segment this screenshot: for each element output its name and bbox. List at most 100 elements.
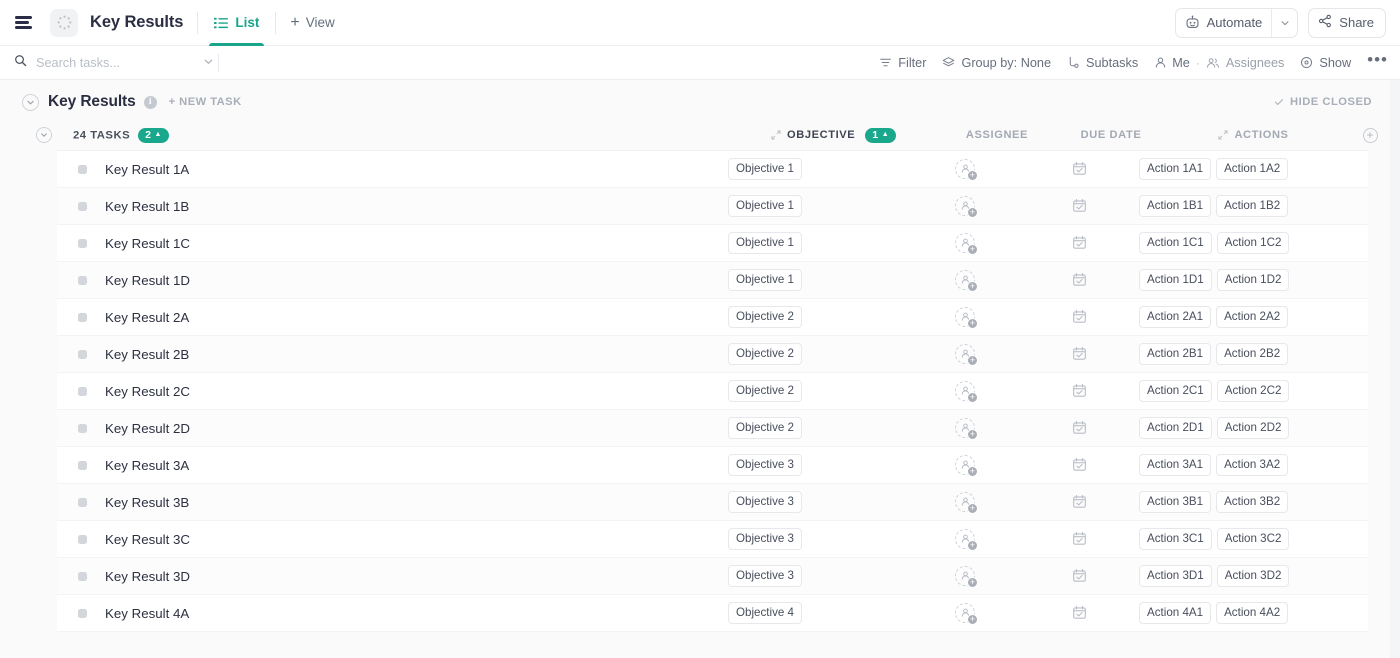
task-status-indicator[interactable] — [78, 350, 87, 359]
add-assignee-icon[interactable]: + — [967, 429, 978, 440]
add-assignee-icon[interactable]: + — [967, 577, 978, 588]
objective-cell[interactable]: Objective 2 — [724, 343, 906, 365]
table-row[interactable]: Key Result 4AObjective 4+Action 4A1Actio… — [57, 595, 1368, 632]
task-status-indicator[interactable] — [78, 535, 87, 544]
task-name[interactable]: Key Result 2B — [105, 347, 189, 362]
table-row[interactable]: Key Result 3A Objective 3 + Action 3A1Actio… — [57, 447, 1368, 484]
objective-chip[interactable]: Objective 4 — [728, 602, 802, 624]
action-chip[interactable]: Action 2A1 — [1139, 306, 1211, 328]
calendar-icon[interactable] — [1072, 161, 1087, 176]
action-chip[interactable]: Action 3C1 — [1139, 528, 1212, 550]
dotted-circle-icon[interactable] — [50, 9, 78, 37]
due-date-cell[interactable] — [1024, 346, 1134, 361]
assignee-cell[interactable]: + — [906, 566, 1024, 586]
assignee-cell[interactable]: + — [906, 196, 1024, 216]
task-name[interactable]: Key Result 1B — [105, 199, 189, 214]
objective-chip[interactable]: Objective 3 — [728, 491, 802, 513]
action-chip[interactable]: Action 4A2 — [1216, 602, 1288, 624]
objective-cell[interactable]: Objective 3 — [724, 565, 906, 587]
add-assignee-icon[interactable]: + — [967, 281, 978, 292]
tasks-collapse-toggle[interactable] — [36, 127, 52, 143]
action-chip[interactable]: Action 2C1 — [1139, 380, 1212, 402]
add-assignee-icon[interactable]: + — [967, 318, 978, 329]
actions-cell[interactable]: Action 1C1Action 1C2 — [1134, 232, 1308, 254]
task-status-indicator[interactable] — [78, 239, 87, 248]
column-header-assignee[interactable]: ASSIGNEE — [938, 129, 1056, 141]
action-chip[interactable]: Action 2C2 — [1217, 380, 1290, 402]
avatar[interactable]: + — [955, 196, 975, 216]
add-assignee-icon[interactable]: + — [967, 614, 978, 625]
objective-cell[interactable]: Objective 1 — [724, 232, 906, 254]
actions-cell[interactable]: Action 2C1Action 2C2 — [1134, 380, 1308, 402]
due-date-cell[interactable] — [1024, 383, 1134, 398]
objective-cell[interactable]: Objective 3 — [724, 491, 906, 513]
table-row[interactable]: Key Result 3CObjective 3+Action 3C1Actio… — [57, 521, 1368, 558]
column-header-objective[interactable]: OBJECTIVE 1▲ — [756, 128, 938, 143]
assignee-cell[interactable]: + — [906, 159, 1024, 179]
add-assignee-icon[interactable]: + — [967, 392, 978, 403]
objective-chip[interactable]: Objective 2 — [728, 343, 802, 365]
task-status-indicator[interactable] — [78, 165, 87, 174]
show-button[interactable]: Show — [1300, 56, 1351, 70]
actions-cell[interactable]: Action 2B1Action 2B2 — [1134, 343, 1308, 365]
avatar[interactable]: + — [955, 455, 975, 475]
table-row[interactable]: Key Result 3BObjective 3+Action 3B1Actio… — [57, 484, 1368, 521]
table-row[interactable]: Key Result 1CObjective 1+Action 1C1Actio… — [57, 225, 1368, 262]
actions-cell[interactable]: Action 3D1Action 3D2 — [1134, 565, 1308, 587]
objective-chip[interactable]: Objective 2 — [728, 306, 802, 328]
assignee-cell[interactable]: + — [906, 418, 1024, 438]
chevron-down-icon[interactable] — [1271, 9, 1297, 37]
actions-cell[interactable]: Action 4A1Action 4A2 — [1134, 602, 1308, 624]
objective-chip[interactable]: Objective 3 — [728, 454, 802, 476]
action-chip[interactable]: Action 1A2 — [1216, 158, 1288, 180]
action-chip[interactable]: Action 3B2 — [1216, 491, 1288, 513]
action-chip[interactable]: Action 2D1 — [1139, 417, 1212, 439]
avatar[interactable]: + — [955, 381, 975, 401]
task-status-indicator[interactable] — [78, 572, 87, 581]
task-count-badge[interactable]: 2▲ — [138, 128, 169, 143]
more-options-button[interactable]: ••• — [1367, 55, 1388, 70]
action-chip[interactable]: Action 1C1 — [1139, 232, 1212, 254]
due-date-cell[interactable] — [1024, 494, 1134, 509]
tab-list[interactable]: List — [212, 0, 261, 46]
add-assignee-icon[interactable]: + — [967, 170, 978, 181]
task-status-indicator[interactable] — [78, 387, 87, 396]
task-status-indicator[interactable] — [78, 313, 87, 322]
objective-cell[interactable]: Objective 4 — [724, 602, 906, 624]
task-name[interactable]: Key Result 1D — [105, 273, 190, 288]
avatar[interactable]: + — [955, 307, 975, 327]
objective-chip[interactable]: Objective 3 — [728, 528, 802, 550]
actions-cell[interactable]: Action 1B1Action 1B2 — [1134, 195, 1308, 217]
actions-cell[interactable]: Action 1D1Action 1D2 — [1134, 269, 1308, 291]
assignee-cell[interactable]: + — [906, 307, 1024, 327]
calendar-icon[interactable] — [1072, 420, 1087, 435]
objective-cell[interactable]: Objective 2 — [724, 306, 906, 328]
action-chip[interactable]: Action 3A2 — [1216, 454, 1288, 476]
action-chip[interactable]: Action 2D2 — [1217, 417, 1290, 439]
objective-cell[interactable]: Objective 1 — [724, 195, 906, 217]
automate-button[interactable]: Automate — [1175, 8, 1299, 38]
group-by-button[interactable]: Group by: None — [942, 56, 1051, 70]
task-status-indicator[interactable] — [78, 461, 87, 470]
actions-cell[interactable]: Action 3A1Action 3A2 — [1134, 454, 1308, 476]
task-status-indicator[interactable] — [78, 276, 87, 285]
objective-chip[interactable]: Objective 3 — [728, 565, 802, 587]
due-date-cell[interactable] — [1024, 605, 1134, 620]
task-name[interactable]: Key Result 3A — [105, 458, 189, 473]
calendar-icon[interactable] — [1072, 235, 1087, 250]
assignee-cell[interactable]: + — [906, 529, 1024, 549]
assignee-cell[interactable]: + — [906, 270, 1024, 290]
calendar-icon[interactable] — [1072, 383, 1087, 398]
task-status-indicator[interactable] — [78, 424, 87, 433]
objective-cell[interactable]: Objective 1 — [724, 158, 906, 180]
action-chip[interactable]: Action 1A1 — [1139, 158, 1211, 180]
objective-chip[interactable]: Objective 1 — [728, 232, 802, 254]
calendar-icon[interactable] — [1072, 272, 1087, 287]
assignee-cell[interactable]: + — [906, 381, 1024, 401]
task-name[interactable]: Key Result 2A — [105, 310, 189, 325]
action-chip[interactable]: Action 3A1 — [1139, 454, 1211, 476]
avatar[interactable]: + — [955, 344, 975, 364]
actions-cell[interactable]: Action 1A1Action 1A2 — [1134, 158, 1308, 180]
objective-chip[interactable]: Objective 1 — [728, 269, 802, 291]
due-date-cell[interactable] — [1024, 531, 1134, 546]
